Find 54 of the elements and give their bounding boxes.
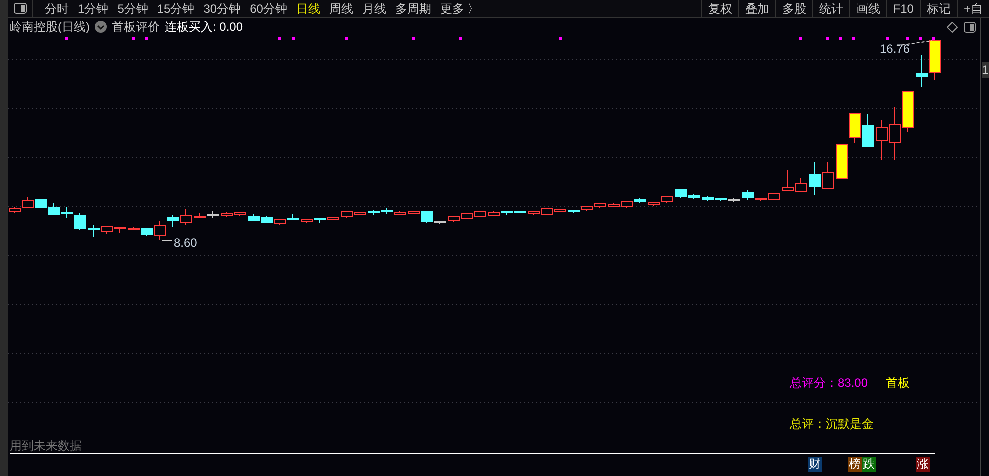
stock-title: 岭南控股(日线)	[10, 19, 90, 36]
leader-line	[896, 40, 932, 46]
candlestick	[916, 54, 928, 88]
toolbar-button[interactable]: +自	[956, 0, 989, 17]
period-tab[interactable]: 5分钟	[118, 0, 148, 18]
future-data-note: 用到未来数据	[10, 438, 82, 455]
period-tab[interactable]: 多周期	[395, 0, 432, 18]
verdict-text: 总评：沉默是金	[790, 416, 874, 433]
score-label: 总评分：	[790, 376, 838, 390]
period-tab[interactable]: 15分钟	[157, 0, 195, 18]
candlestick	[809, 162, 821, 196]
period-tab[interactable]: 周线	[329, 0, 354, 18]
board-tag: 首板	[886, 374, 910, 392]
candlestick	[849, 114, 861, 144]
toolbar-button[interactable]: 多股	[775, 0, 812, 17]
toolbar-button[interactable]: 标记	[920, 0, 957, 17]
candlestick	[889, 106, 901, 160]
toolbar-button[interactable]: 叠加	[738, 0, 776, 17]
period-tab[interactable]: 30分钟	[204, 0, 242, 18]
more-menu[interactable]: 更多	[440, 0, 464, 18]
candlestick	[862, 114, 874, 148]
panel-toggle-icon[interactable]	[964, 22, 976, 32]
candlestick	[822, 162, 834, 190]
dropdown-icon[interactable]	[95, 21, 107, 33]
high-price-label: 16.76	[880, 41, 910, 58]
candlestick	[35, 198, 47, 208]
badge[interactable]: 跌	[862, 457, 876, 472]
more-arrow[interactable]: 〉	[467, 0, 480, 18]
period-tab[interactable]: 60分钟	[250, 0, 288, 18]
period-tab[interactable]: 1分钟	[78, 0, 109, 18]
candlestick	[876, 120, 888, 160]
badge[interactable]: 榜	[848, 457, 862, 472]
indicator-readout: 连板买入: 0.00	[165, 19, 244, 36]
low-price-label: 8.60	[174, 235, 198, 252]
badge[interactable]: 涨	[916, 457, 930, 472]
score-value: 83.00	[838, 376, 868, 390]
candlestick	[836, 144, 848, 180]
panel-toggle-icon[interactable]	[14, 3, 26, 14]
candlestick	[48, 202, 60, 216]
candlestick	[929, 40, 941, 80]
toolbar-button[interactable]: F10	[886, 0, 920, 17]
badge[interactable]: 财	[808, 457, 822, 472]
toolbar-button[interactable]: 复权	[701, 0, 738, 17]
period-tab[interactable]: 月线	[362, 0, 386, 18]
diamond-icon[interactable]	[947, 22, 958, 32]
candlestick	[902, 92, 914, 132]
axis-label: 1	[982, 62, 989, 78]
leader-line	[162, 240, 172, 242]
indicator-name: 首板评价	[112, 19, 160, 36]
period-tab[interactable]: 分时	[45, 0, 69, 18]
candlestick	[180, 208, 192, 226]
toolbar-button[interactable]: 统计	[812, 0, 850, 17]
period-tab[interactable]: 日线	[296, 0, 320, 18]
toolbar-button[interactable]: 画线	[849, 0, 886, 17]
